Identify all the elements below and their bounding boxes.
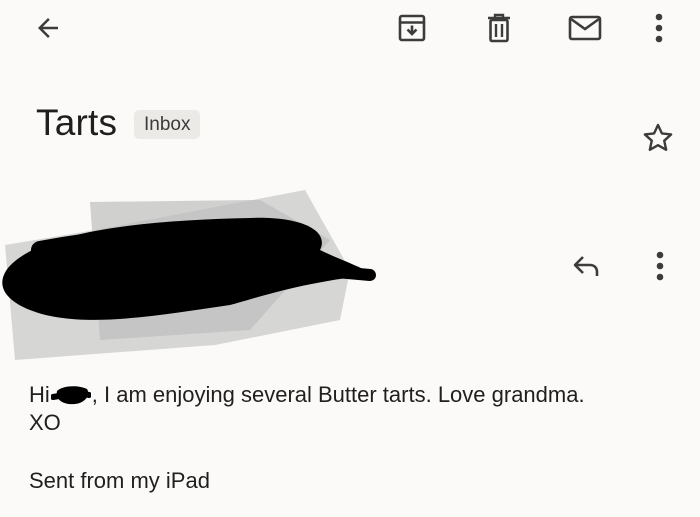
reply-button[interactable] [562,242,610,290]
reply-icon [573,256,599,276]
sender-redaction [2,190,376,360]
archive-button[interactable] [390,6,434,50]
email-signature: Sent from my iPad [29,468,210,493]
body-greeting: Hi [29,382,50,407]
back-button[interactable] [26,6,70,50]
body-line-2: XO [29,410,61,435]
archive-icon [398,14,426,42]
star-icon [643,123,673,151]
more-vert-icon [656,251,664,281]
email-body: Hi , I am enjoying several Butter tarts.… [29,381,679,437]
email-subject: Tarts [36,102,118,143]
inbox-label-chip[interactable]: Inbox [134,110,201,139]
top-toolbar [0,0,700,60]
subject-row: Tarts Inbox [0,96,700,160]
body-line-1: Hi , I am enjoying several Butter tarts.… [29,381,679,409]
delete-icon [488,13,510,43]
mark-unread-icon [568,15,602,41]
more-options-button[interactable] [637,6,681,50]
back-arrow-icon [38,18,58,38]
mark-unread-button[interactable] [563,6,607,50]
body-text-rest: , I am enjoying several Butter tarts. Lo… [91,382,585,407]
name-redaction [50,386,91,405]
more-vert-icon [655,13,663,43]
message-more-button[interactable] [638,242,682,290]
star-button[interactable] [636,116,680,160]
delete-button[interactable] [477,6,521,50]
sender-row [0,190,700,370]
